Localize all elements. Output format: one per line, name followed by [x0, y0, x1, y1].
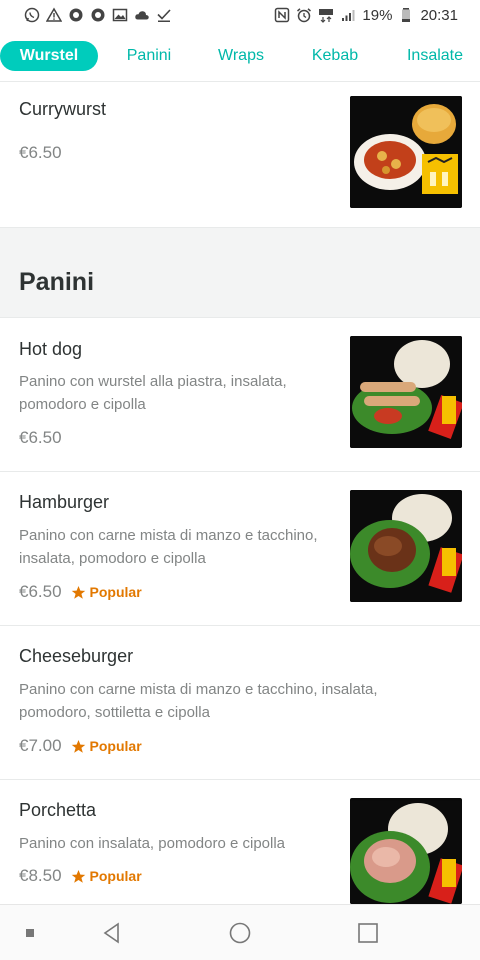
warning-icon [46, 7, 62, 23]
section-header-panini: Panini [0, 228, 480, 318]
popular-label: Popular [89, 868, 142, 884]
back-icon[interactable] [100, 921, 124, 945]
star-icon [71, 585, 85, 599]
item-price-row: €7.00 Popular [19, 736, 142, 756]
alarm-icon [296, 7, 312, 23]
category-tabs: Wurstel Panini Wraps Kebab Insalate [0, 30, 480, 82]
item-price: €6.50 [19, 143, 62, 162]
status-time: 20:31 [420, 6, 458, 24]
item-name: Currywurst [19, 99, 107, 119]
section-title: Panini [19, 268, 95, 296]
status-bar: 19% 20:31 [0, 0, 480, 30]
status-bar-left [24, 7, 172, 23]
menu-item-porchetta[interactable]: Porchetta Panino con insalata, pomodoro … [0, 780, 480, 910]
item-description: Panino con carne mista di manzo e tacchi… [19, 527, 318, 567]
popular-badge: Popular [71, 868, 142, 884]
battery-percent: 19% [362, 6, 393, 24]
circle-app-icon [68, 7, 84, 23]
signal-icon [340, 7, 356, 23]
item-name: Hamburger [19, 492, 110, 512]
item-photo [350, 96, 462, 208]
recents-icon[interactable] [356, 921, 380, 945]
menu-item-cheeseburger[interactable]: Cheeseburger Panino con carne mista di m… [0, 626, 480, 780]
tab-panini[interactable]: Panini [118, 41, 180, 71]
item-name: Hot dog [19, 339, 83, 359]
star-icon [71, 869, 85, 883]
item-name: Porchetta [19, 800, 97, 820]
menu-item-hamburger[interactable]: Hamburger Panino con carne mista di manz… [0, 472, 480, 626]
popular-label: Popular [89, 584, 142, 600]
home-icon[interactable] [228, 921, 252, 945]
item-description: Panino con carne mista di manzo e tacchi… [19, 681, 378, 721]
item-price-row: €8.50 Popular [19, 866, 142, 886]
tab-kebab[interactable]: Kebab [304, 41, 366, 71]
battery-icon [398, 7, 414, 23]
item-photo [350, 490, 462, 602]
tab-wraps[interactable]: Wraps [210, 41, 272, 71]
popular-badge: Popular [71, 584, 142, 600]
item-price-row: €6.50 [19, 143, 62, 163]
popular-label: Popular [89, 738, 142, 754]
star-icon [71, 739, 85, 753]
menu-item-currywurst[interactable]: Currywurst €6.50 [0, 82, 480, 228]
square-dot-icon[interactable] [18, 921, 42, 945]
item-name: Cheeseburger [19, 646, 134, 666]
tab-insalate[interactable]: Insalate [398, 41, 472, 71]
item-price: €7.00 [19, 736, 62, 755]
item-price-row: €6.50 Popular [19, 582, 142, 602]
item-photo [350, 336, 462, 448]
item-price: €6.50 [19, 428, 62, 447]
item-price: €8.50 [19, 866, 62, 885]
item-price: €6.50 [19, 582, 62, 601]
whatsapp-icon [24, 7, 40, 23]
check-icon [156, 7, 172, 23]
popular-badge: Popular [71, 738, 142, 754]
item-price-row: €6.50 [19, 428, 62, 448]
data-4g-icon [318, 7, 334, 23]
item-description: Panino con insalata, pomodoro e cipolla [19, 835, 286, 852]
item-photo [350, 798, 462, 904]
menu-item-hot-dog[interactable]: Hot dog Panino con wurstel alla piastra,… [0, 318, 480, 472]
status-bar-right: 19% 20:31 [274, 7, 458, 24]
tab-wurstel[interactable]: Wurstel [0, 41, 98, 71]
cloud-icon [134, 7, 150, 23]
circle-app-icon [90, 7, 106, 23]
item-description: Panino con wurstel alla piastra, insalat… [19, 373, 287, 413]
image-icon [112, 7, 128, 23]
nfc-icon [274, 7, 290, 23]
navigation-bar [0, 904, 480, 960]
